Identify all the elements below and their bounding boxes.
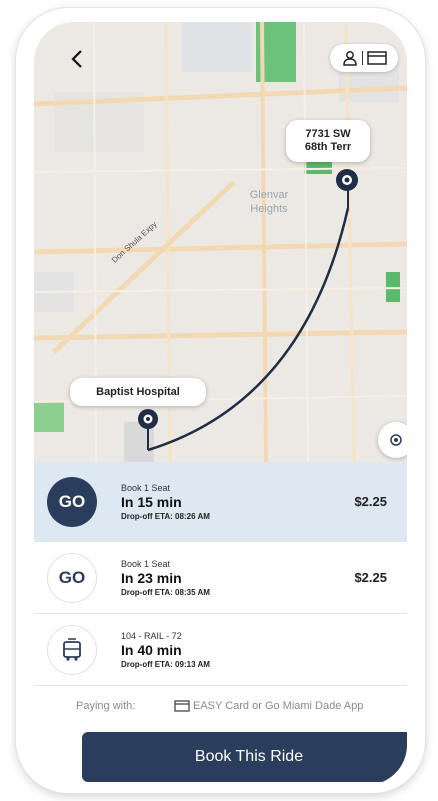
route-map[interactable]: Glenvar Heights Don Shula Expy 7731 SW 6… bbox=[34, 22, 407, 462]
app-screen: Glenvar Heights Don Shula Expy 7731 SW 6… bbox=[34, 22, 407, 785]
origin-pin-icon bbox=[138, 409, 158, 429]
phone-frame: Glenvar Heights Don Shula Expy 7731 SW 6… bbox=[16, 8, 425, 793]
destination-line2: 68th Terr bbox=[304, 141, 352, 153]
go-logo-icon: GO bbox=[47, 476, 97, 527]
option-eta: Drop-off ETA: 09:13 AM bbox=[121, 659, 210, 669]
option-time: In 23 min bbox=[121, 569, 182, 586]
payment-label: Paying with: bbox=[76, 700, 136, 712]
go-logo-icon: GO bbox=[47, 552, 97, 603]
header-actions bbox=[330, 44, 398, 72]
origin-callout[interactable]: Baptist Hospital bbox=[70, 378, 206, 406]
ride-option[interactable]: 104 - RAIL - 72 In 40 min Drop-off ETA: … bbox=[34, 614, 407, 686]
locate-me-button[interactable] bbox=[378, 422, 407, 458]
person-icon[interactable] bbox=[342, 50, 358, 66]
option-price: $2.25 bbox=[354, 570, 387, 585]
option-time: In 40 min bbox=[121, 641, 182, 658]
book-ride-button[interactable]: Book This Ride bbox=[82, 732, 407, 782]
ride-option[interactable]: GO Book 1 Seat In 15 min Drop-off ETA: 0… bbox=[34, 462, 407, 542]
area-label: Glenvar Heights bbox=[249, 189, 289, 215]
payment-row[interactable]: Paying with: EASY Card or Go Miami Dade … bbox=[34, 694, 407, 718]
card-icon[interactable] bbox=[366, 51, 387, 65]
destination-pin-icon bbox=[336, 169, 358, 191]
option-seat: Book 1 Seat bbox=[121, 482, 171, 493]
ride-option[interactable]: GO Book 1 Seat In 23 min Drop-off ETA: 0… bbox=[34, 542, 407, 614]
origin-label: Baptist Hospital bbox=[96, 386, 180, 398]
option-price: $2.25 bbox=[354, 494, 387, 509]
bus-icon bbox=[47, 624, 97, 675]
crosshair-icon bbox=[390, 434, 402, 446]
chevron-left-icon bbox=[71, 50, 82, 68]
destination-callout[interactable]: 7731 SW 68th Terr bbox=[286, 120, 370, 162]
option-seat: Book 1 Seat bbox=[121, 558, 171, 569]
option-route: 104 - RAIL - 72 bbox=[121, 630, 182, 641]
option-eta: Drop-off ETA: 08:35 AM bbox=[121, 587, 210, 597]
back-button[interactable] bbox=[64, 46, 90, 72]
pill-divider bbox=[361, 51, 363, 65]
destination-line1: 7731 SW bbox=[305, 128, 351, 140]
ride-options-list: GO Book 1 Seat In 15 min Drop-off ETA: 0… bbox=[34, 462, 407, 686]
option-eta: Drop-off ETA: 08:26 AM bbox=[121, 511, 210, 521]
payment-method: EASY Card or Go Miami Dade App bbox=[193, 700, 364, 712]
option-time: In 15 min bbox=[121, 493, 182, 510]
card-icon bbox=[174, 700, 190, 712]
